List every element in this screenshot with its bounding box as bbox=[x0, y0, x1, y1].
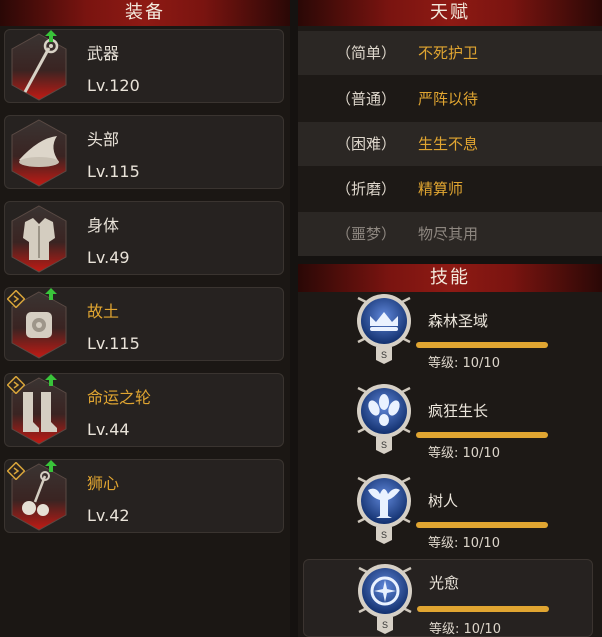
equip-level: Lv.49 bbox=[87, 248, 130, 267]
equip-level: Lv.115 bbox=[87, 162, 140, 181]
talent-difficulty: （普通） bbox=[336, 90, 397, 108]
talent-name: 生生不息 bbox=[418, 135, 479, 153]
talents-header: 天赋 bbox=[298, 0, 602, 26]
talents-panel: 天赋 （简单） 不死护卫 （普通） 严阵以待 （困难） 生生不息 （折磨） 精算… bbox=[298, 0, 602, 256]
skill-item[interactable]: S 树人 等级: 10/10 bbox=[298, 472, 602, 560]
skill-name: 树人 bbox=[428, 492, 459, 510]
equip-level: Lv.42 bbox=[87, 506, 130, 525]
rank-label: S bbox=[381, 440, 387, 450]
equip-name: 命运之轮 bbox=[87, 388, 152, 407]
skill-name: 疯狂生长 bbox=[428, 402, 489, 420]
skill-progress-bar bbox=[416, 522, 548, 528]
talent-row[interactable]: （简单） 不死护卫 bbox=[298, 31, 602, 75]
equip-level: Lv.120 bbox=[87, 76, 140, 95]
seeds-icon: S bbox=[357, 384, 411, 454]
skill-name: 森林圣域 bbox=[428, 312, 489, 330]
equip-slot-body[interactable]: 身体 Lv.49 bbox=[4, 201, 284, 275]
staff-icon bbox=[11, 33, 67, 101]
rank-label: S bbox=[381, 530, 387, 540]
skills-panel: 技能 S 森林圣域 等级: 10/10 S 疯狂生长 等级: 10/10 S 树… bbox=[298, 264, 602, 637]
talent-row[interactable]: （噩梦） 物尽其用 bbox=[298, 212, 602, 256]
equip-level: Lv.44 bbox=[87, 420, 130, 439]
equipment-panel: 装备 武器 Lv.120 头部 Lv.115 身体 Lv.49 故土 Lv.11… bbox=[0, 0, 290, 637]
talent-difficulty: （折磨） bbox=[336, 180, 397, 198]
skill-progress-bar bbox=[416, 432, 548, 438]
equip-slot-head[interactable]: 头部 Lv.115 bbox=[4, 115, 284, 189]
talent-difficulty: （困难） bbox=[336, 135, 397, 153]
hat-icon bbox=[11, 119, 67, 187]
skill-name: 光愈 bbox=[429, 574, 460, 592]
talent-row[interactable]: （普通） 严阵以待 bbox=[298, 77, 602, 121]
rune-badge-icon bbox=[7, 376, 25, 394]
talent-row[interactable]: （折磨） 精算师 bbox=[298, 167, 602, 211]
equip-name: 狮心 bbox=[87, 474, 120, 493]
crown-icon: S bbox=[357, 294, 411, 364]
skill-progress-bar bbox=[416, 342, 548, 348]
equip-slot-weapon[interactable]: 武器 Lv.120 bbox=[4, 29, 284, 103]
rank-label: S bbox=[381, 350, 387, 360]
skills-header: 技能 bbox=[298, 264, 602, 292]
talent-difficulty: （噩梦） bbox=[336, 225, 397, 243]
rank-label: S bbox=[382, 620, 388, 630]
talent-name: 不死护卫 bbox=[418, 44, 479, 62]
skill-level: 等级: 10/10 bbox=[428, 536, 500, 551]
skill-level: 等级: 10/10 bbox=[428, 356, 500, 371]
skill-item[interactable]: S 森林圣域 等级: 10/10 bbox=[298, 292, 602, 380]
armor-icon bbox=[11, 205, 67, 273]
equip-level: Lv.115 bbox=[87, 334, 140, 353]
equip-slot-lionheart[interactable]: 狮心 Lv.42 bbox=[4, 459, 284, 533]
sun-icon: S bbox=[358, 564, 412, 634]
equip-name: 武器 bbox=[87, 44, 120, 63]
upgrade-arrow-icon bbox=[45, 30, 57, 42]
skill-item-selected[interactable]: S 光愈 等级: 10/10 bbox=[303, 559, 593, 637]
talent-difficulty: （简单） bbox=[336, 44, 397, 62]
talent-name: 物尽其用 bbox=[418, 225, 479, 243]
skill-progress-bar bbox=[417, 606, 549, 612]
skill-level: 等级: 10/10 bbox=[428, 446, 500, 461]
upgrade-arrow-icon bbox=[45, 374, 57, 386]
upgrade-arrow-icon bbox=[45, 460, 57, 472]
talent-row[interactable]: （困难） 生生不息 bbox=[298, 122, 602, 166]
equip-name: 头部 bbox=[87, 130, 120, 149]
skill-level: 等级: 10/10 bbox=[429, 622, 501, 637]
rune-badge-icon bbox=[7, 290, 25, 308]
skill-item[interactable]: S 疯狂生长 等级: 10/10 bbox=[298, 382, 602, 470]
equip-name: 身体 bbox=[87, 216, 120, 235]
equip-slot-wheel-of-fate[interactable]: 命运之轮 Lv.44 bbox=[4, 373, 284, 447]
talent-name: 严阵以待 bbox=[418, 90, 479, 108]
rune-badge-icon bbox=[7, 462, 25, 480]
upgrade-arrow-icon bbox=[45, 288, 57, 300]
talent-name: 精算师 bbox=[418, 180, 464, 198]
equipment-header: 装备 bbox=[0, 0, 290, 26]
tree-icon: S bbox=[357, 474, 411, 544]
equip-slot-homeland[interactable]: 故土 Lv.115 bbox=[4, 287, 284, 361]
equip-name: 故土 bbox=[87, 302, 120, 321]
